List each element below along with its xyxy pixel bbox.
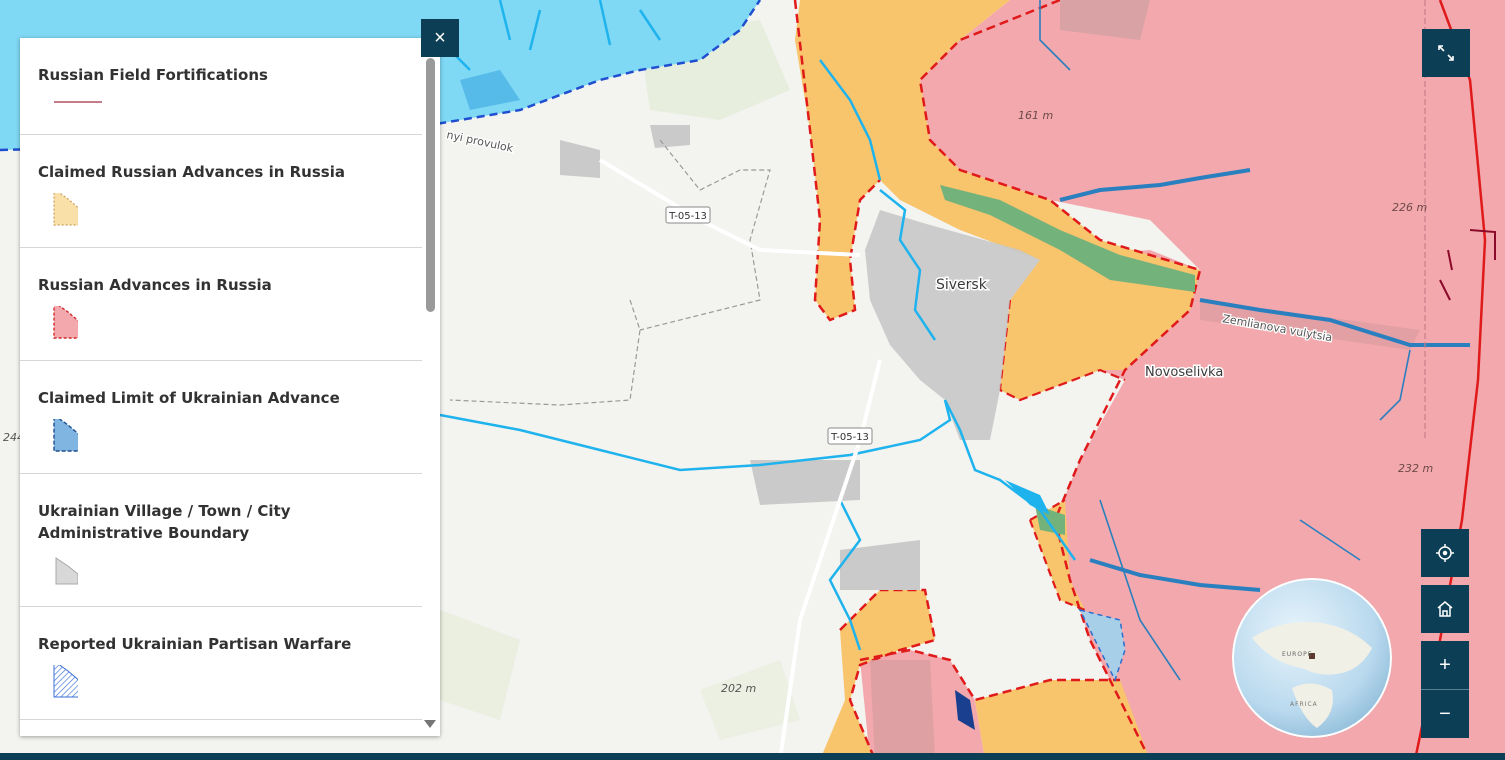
close-icon: × xyxy=(434,27,446,49)
legend-item-russian-advances: Russian Advances in Russia xyxy=(20,248,422,361)
polygon-symbol-icon xyxy=(38,554,404,595)
polygon-symbol-icon xyxy=(38,300,404,347)
minus-icon: − xyxy=(1439,702,1451,725)
label-siversk: Siversk xyxy=(936,277,988,293)
svg-text:T-05-13: T-05-13 xyxy=(668,211,707,222)
legend-list[interactable]: Russian Field Fortifications Claimed Rus… xyxy=(20,38,422,736)
legend-item-partisan-warfare: Reported Ukrainian Partisan Warfare xyxy=(20,607,422,720)
home-button[interactable] xyxy=(1421,585,1469,633)
legend-item-admin-boundary: Ukrainian Village / Town / City Administ… xyxy=(20,474,422,607)
legend-item-title: Reported Ukrainian Partisan Warfare xyxy=(38,635,352,653)
scroll-down-arrow-icon[interactable] xyxy=(424,720,436,728)
fullscreen-button[interactable] xyxy=(1422,29,1470,77)
label-elev-226: 226 m xyxy=(1392,201,1427,214)
polygon-hatched-icon xyxy=(38,660,404,706)
legend-item-ukrainian-advance: Claimed Limit of Ukrainian Advance xyxy=(20,361,422,474)
polygon-symbol-icon xyxy=(38,187,404,234)
legend-item-title: Ukrainian Village / Town / City Administ… xyxy=(38,502,291,542)
legend-item-title: Russian Advances in Russia xyxy=(38,276,272,294)
road-shield-1: T-05-13 xyxy=(665,206,711,224)
globe-label-europe: EUROPE xyxy=(1282,651,1312,658)
legend-item-title: Claimed Russian Advances in Russia xyxy=(38,163,345,181)
overview-globe[interactable]: EUROPE AFRICA xyxy=(1232,578,1392,738)
zoom-in-button[interactable]: + xyxy=(1421,641,1469,689)
label-novoselivka: Novoselivka xyxy=(1145,365,1223,380)
legend-panel[interactable]: Russian Field Fortifications Claimed Rus… xyxy=(20,38,440,736)
locate-icon xyxy=(1436,544,1454,562)
legend-item-title: Claimed Limit of Ukrainian Advance xyxy=(38,389,340,407)
attribution-bar xyxy=(0,753,1505,760)
label-elev-161: 161 m xyxy=(1018,109,1053,122)
label-elev-232: 232 m xyxy=(1398,462,1433,475)
home-icon xyxy=(1437,601,1453,617)
label-elev-202: 202 m xyxy=(721,682,756,695)
close-legend-button[interactable]: × xyxy=(421,19,459,57)
locate-button[interactable] xyxy=(1421,529,1469,577)
legend-scrollbar[interactable] xyxy=(426,58,435,312)
zoom-out-button[interactable]: − xyxy=(1421,690,1469,738)
line-symbol-icon xyxy=(38,96,404,117)
polygon-symbol-icon xyxy=(38,413,404,460)
plus-icon: + xyxy=(1439,653,1451,676)
legend-item-fortifications: Russian Field Fortifications xyxy=(20,38,422,135)
road-shield-2: T-05-13 xyxy=(827,427,873,445)
legend-item-claimed-russian-advances: Claimed Russian Advances in Russia xyxy=(20,135,422,248)
svg-text:T-05-13: T-05-13 xyxy=(830,432,869,443)
fullscreen-icon xyxy=(1438,45,1454,61)
legend-item-title: Russian Field Fortifications xyxy=(38,66,268,84)
globe-label-africa: AFRICA xyxy=(1290,701,1318,708)
